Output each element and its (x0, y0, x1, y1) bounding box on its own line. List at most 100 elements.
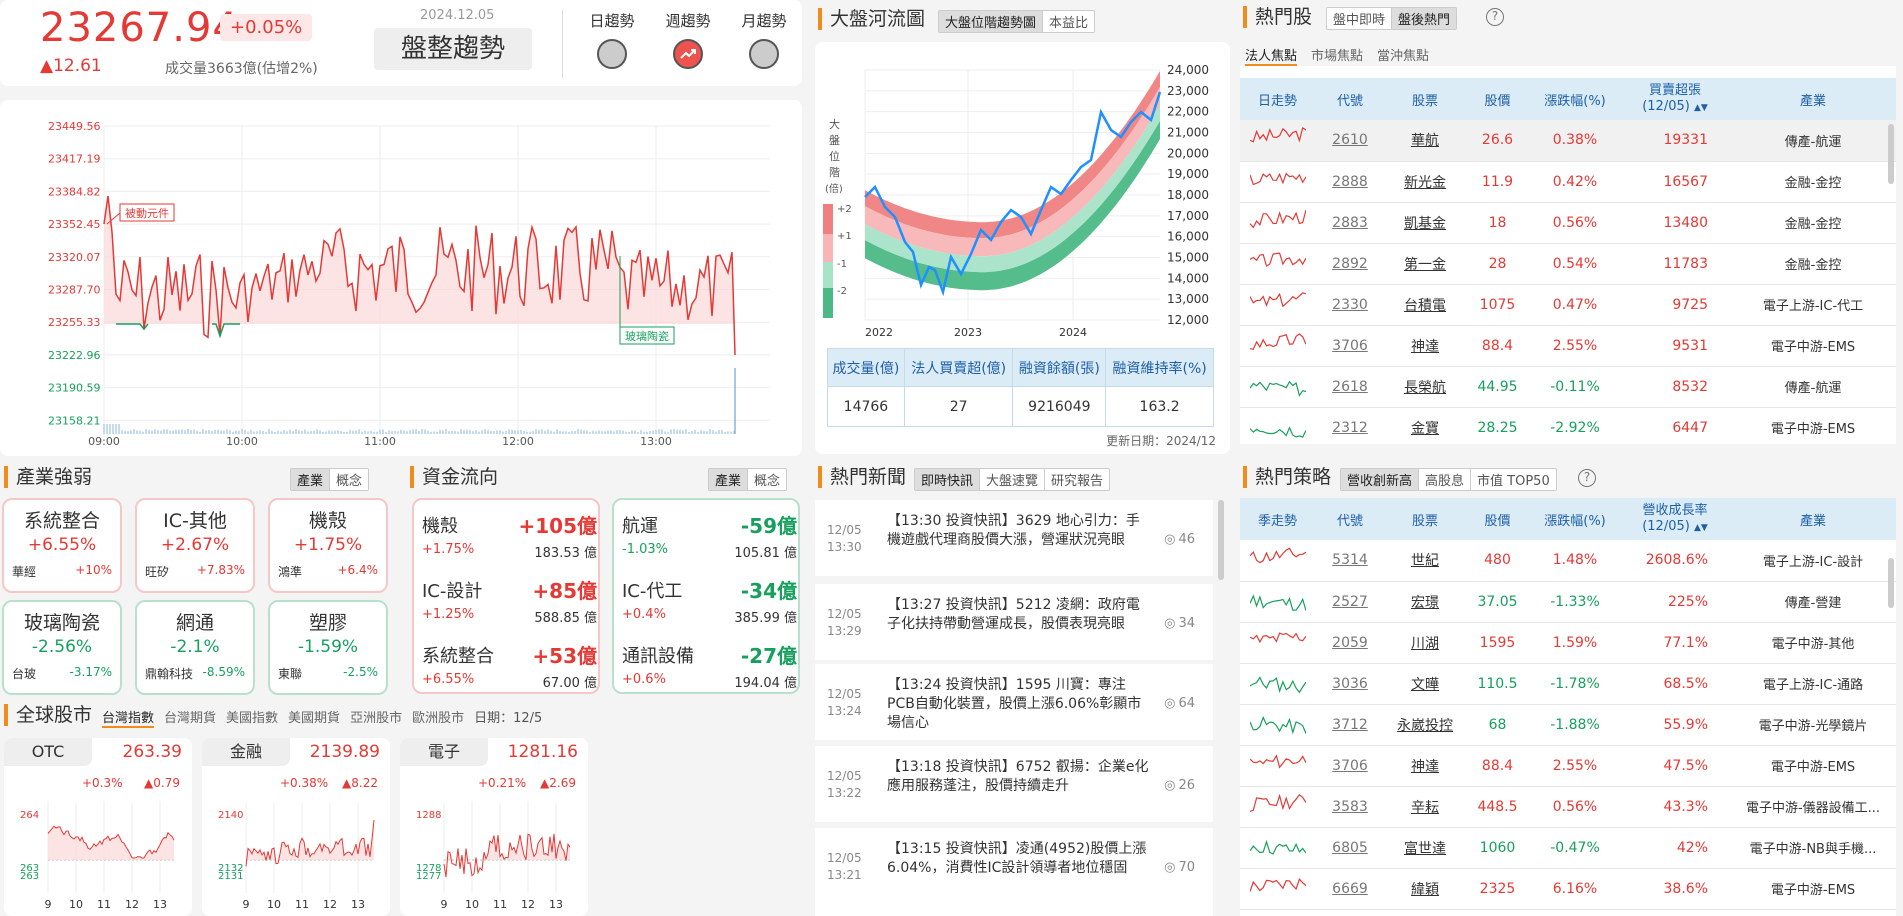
industry-card[interactable]: 網通 -2.1% 鼎翰科技 -8.59% (135, 600, 255, 695)
stock-name[interactable]: 長榮航 (1385, 366, 1465, 408)
news-item[interactable]: 12/05 13:21 【13:15 投資快訊】凌通(4952)股價上漲6.04%，… (815, 828, 1213, 916)
stock-name[interactable]: 神達 (1385, 745, 1465, 787)
tab-news-realtime[interactable]: 即時快訊 (915, 469, 981, 490)
help-icon[interactable]: ? (1486, 8, 1504, 26)
tab-tw-index[interactable]: 台灣指數 (102, 707, 155, 728)
industry-card[interactable]: 系統整合 +6.55% 華經 +10% (2, 498, 122, 593)
stock-name[interactable]: 永崴投控 (1385, 704, 1465, 746)
stock-name[interactable]: 華航 (1385, 120, 1465, 162)
stock-name[interactable]: 緯穎 (1385, 868, 1465, 910)
tab-river-position[interactable]: 大盤位階趨勢圖 (939, 11, 1044, 32)
tab-tw-futures[interactable]: 台灣期貨 (164, 707, 216, 728)
tab-monthly-trend[interactable]: 月趨勢 (732, 10, 796, 69)
flow-item[interactable]: IC-代工 -34億 +0.4% 385.99 億 (622, 575, 797, 637)
tab-top50[interactable]: 市值 TOP50 (1471, 469, 1556, 490)
flow-item[interactable]: 通訊設備 -27億 +0.6% 194.04 億 (622, 640, 797, 702)
stock-code[interactable]: 2610 (1315, 120, 1385, 162)
tab-daily-trend[interactable]: 日趨勢 (580, 10, 644, 69)
news-scrollbar[interactable] (1218, 500, 1224, 580)
flow-item[interactable]: 系統整合 +53億 +6.55% 67.00 億 (422, 640, 597, 702)
stock-code[interactable]: 2527 (1315, 581, 1385, 623)
stock-code[interactable]: 5314 (1315, 540, 1385, 582)
stock-code[interactable]: 6805 (1315, 827, 1385, 869)
tab-flow-industry[interactable]: 產業 (709, 469, 749, 490)
stock-code[interactable]: 2059 (1315, 622, 1385, 664)
stock-name[interactable]: 世紀 (1385, 540, 1465, 582)
stock-code[interactable]: 3036 (1315, 663, 1385, 705)
table-row[interactable]: 2610 華航 26.6 0.38% 19331 傳產-航運 (1240, 120, 1896, 162)
table-row[interactable]: 6669 緯穎 2325 6.16% 38.6% 電子中游-EMS (1240, 868, 1896, 910)
table-row[interactable]: 2883 凱基金 18 0.56% 13480 金融-金控 (1240, 202, 1896, 244)
strategy-help-icon[interactable]: ? (1578, 469, 1596, 487)
subtab-institutional[interactable]: 法人焦點 (1245, 45, 1298, 66)
table-row[interactable]: 2059 川湖 1595 1.59% 77.1% 電子中游-其他 (1240, 622, 1896, 664)
tab-revenue-high[interactable]: 營收創新高 (1341, 469, 1420, 490)
stock-name[interactable]: 台積電 (1385, 284, 1465, 326)
news-item[interactable]: 12/05 13:22 【13:18 投資快訊】6752 叡揚：企業e化應用服務蓬注… (815, 746, 1213, 822)
industry-card[interactable]: 玻璃陶瓷 -2.56% 台玻 -3.17% (2, 600, 122, 695)
global-index-card[interactable]: OTC 263.39 +0.3% ▲0.79 264 263 263 9 10 11 12 13 (4, 738, 192, 916)
stock-code[interactable]: 3583 (1315, 786, 1385, 828)
tab-us-futures[interactable]: 美國期貨 (288, 707, 340, 728)
industry-card[interactable]: 機殼 +1.75% 鴻準 +6.4% (268, 498, 388, 593)
news-item[interactable]: 12/05 13:24 【13:24 投資快訊】1595 川寶：專注PCB自動化裝置… (815, 664, 1213, 740)
news-headline[interactable]: 【13:24 投資快訊】1595 川寶：專注PCB自動化裝置，股價上漲6.06%… (887, 676, 1152, 733)
stock-code[interactable]: 2618 (1315, 366, 1385, 408)
stock-name[interactable]: 神達 (1385, 325, 1465, 367)
tab-asia[interactable]: 亞洲股市 (350, 707, 402, 728)
stock-name[interactable]: 凱基金 (1385, 202, 1465, 244)
table-row[interactable]: 3706 神達 88.4 2.55% 47.5% 電子中游-EMS (1240, 745, 1896, 787)
sortable-header-net-buy[interactable]: 買賣超張 (12/05) ▲▼ (1620, 78, 1730, 120)
stock-name[interactable]: 金寶 (1385, 407, 1465, 444)
flow-item[interactable]: IC-設計 +85億 +1.25% 588.85 億 (422, 575, 597, 637)
stock-code[interactable]: 2330 (1315, 284, 1385, 326)
table-row[interactable]: 2312 金寶 28.25 -2.92% 6447 電子中游-EMS (1240, 407, 1896, 444)
tab-after-hours[interactable]: 盤後熱門 (1392, 8, 1457, 29)
industry-card[interactable]: 塑膠 -1.59% 東聯 -2.5% (268, 600, 388, 695)
news-item[interactable]: 12/05 13:29 【13:27 投資快訊】5212 凌網：政府電子化扶持帶動營… (815, 584, 1213, 660)
stock-code[interactable]: 2888 (1315, 161, 1385, 203)
table-row[interactable]: 2527 宏璟 37.05 -1.33% 225% 傳產-營建 (1240, 581, 1896, 623)
scrollbar[interactable] (1888, 124, 1894, 184)
tab-flow-concept[interactable]: 概念 (748, 469, 787, 490)
table-row[interactable]: 3036 文曄 110.5 -1.78% 68.5% 電子上游-IC-通路 (1240, 663, 1896, 705)
tab-europe[interactable]: 歐洲股市 (412, 707, 464, 728)
tab-industry[interactable]: 產業 (291, 469, 331, 490)
industry-card[interactable]: IC-其他 +2.67% 旺矽 +7.83% (135, 498, 255, 593)
stock-code[interactable]: 2312 (1315, 407, 1385, 444)
news-item[interactable]: 12/05 13:30 【13:30 投資快訊】3629 地心引力：手機遊戲代理商股… (815, 500, 1213, 576)
stock-code[interactable]: 2883 (1315, 202, 1385, 244)
table-row[interactable]: 2330 台積電 1075 0.47% 9725 電子上游-IC-代工 (1240, 284, 1896, 326)
tab-news-market[interactable]: 大盤速覽 (980, 469, 1046, 490)
stock-code[interactable]: 3712 (1315, 704, 1385, 746)
table-row[interactable]: 6805 富世達 1060 -0.47% 42% 電子中游-NB與手機... (1240, 827, 1896, 869)
flow-item[interactable]: 機殼 +105億 +1.75% 183.53 億 (422, 510, 597, 572)
table-row[interactable]: 2888 新光金 11.9 0.42% 16567 金融-金控 (1240, 161, 1896, 203)
flow-item[interactable]: 航運 -59億 -1.03% 105.81 億 (622, 510, 797, 572)
stock-name[interactable]: 第一金 (1385, 243, 1465, 285)
tab-concept[interactable]: 概念 (330, 469, 369, 490)
stock-code[interactable]: 3706 (1315, 745, 1385, 787)
global-index-card[interactable]: 電子 1281.16 +0.21% ▲2.69 1288 1278 1277 9 10 11 12 1… (400, 738, 588, 916)
table-row[interactable]: 2618 長榮航 44.95 -0.11% 8532 傳產-航運 (1240, 366, 1896, 408)
news-headline[interactable]: 【13:30 投資快訊】3629 地心引力：手機遊戲代理商股價大漲，營運狀況亮眼 (887, 512, 1152, 550)
sortable-header-revenue[interactable]: 營收成長率 (12/05) ▲▼ (1620, 498, 1730, 540)
tab-weekly-trend[interactable]: 週趨勢 (656, 10, 720, 69)
subtab-market[interactable]: 市場焦點 (1311, 45, 1363, 66)
tab-high-dividend[interactable]: 高股息 (1419, 469, 1472, 490)
stock-name[interactable]: 辛耘 (1385, 786, 1465, 828)
tab-intraday[interactable]: 盤中即時 (1327, 8, 1393, 29)
tab-river-pe[interactable]: 本益比 (1043, 11, 1095, 32)
table-row[interactable]: 3706 神達 88.4 2.55% 9531 電子中游-EMS (1240, 325, 1896, 367)
news-headline[interactable]: 【13:15 投資快訊】凌通(4952)股價上漲6.04%，消費性IC設計領導者… (887, 840, 1152, 878)
table-row[interactable]: 5314 世紀 480 1.48% 2608.6% 電子上游-IC-設計 (1240, 540, 1896, 582)
strategy-scrollbar[interactable] (1888, 558, 1894, 608)
stock-code[interactable]: 3706 (1315, 325, 1385, 367)
table-row[interactable]: 3712 永崴投控 68 -1.88% 55.9% 電子中游-光學鏡片 (1240, 704, 1896, 746)
global-index-card[interactable]: 金融 2139.89 +0.38% ▲8.22 2140 2132 2131 9 10 11 12 1… (202, 738, 390, 916)
table-row[interactable]: 3583 辛耘 448.5 0.56% 43.3% 電子中游-儀器設備工... (1240, 786, 1896, 828)
tab-news-research[interactable]: 研究報告 (1045, 469, 1110, 490)
stock-name[interactable]: 新光金 (1385, 161, 1465, 203)
stock-name[interactable]: 川湖 (1385, 622, 1465, 664)
stock-name[interactable]: 富世達 (1385, 827, 1465, 869)
